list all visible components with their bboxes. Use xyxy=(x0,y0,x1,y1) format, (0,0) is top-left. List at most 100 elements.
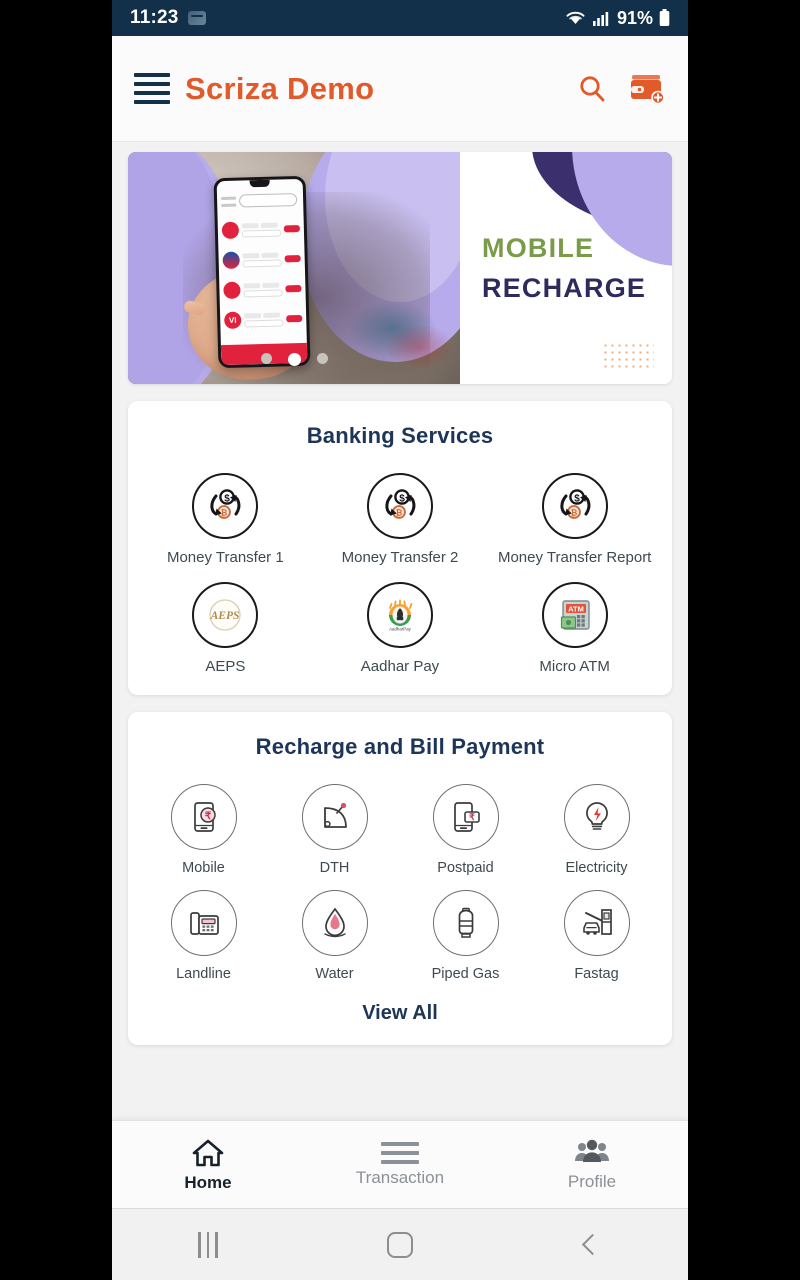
service-money-transfer-report[interactable]: $ ₿ Money Transfer Report xyxy=(487,473,662,566)
svg-text:AadharPay: AadharPay xyxy=(389,627,412,632)
mock-row-body xyxy=(242,252,282,267)
battery-percent: 91% xyxy=(616,7,653,28)
mock-tags xyxy=(244,312,283,318)
mock-tags xyxy=(242,252,281,259)
carousel-dots[interactable] xyxy=(128,353,460,366)
back-chevron-shape xyxy=(581,1233,603,1256)
list-line xyxy=(381,1150,419,1155)
banking-services-grid: $ ₿ Money Transfer 1 $ ₿ Money Transfer … xyxy=(138,473,662,675)
fastag-toll-icon xyxy=(563,890,630,956)
mock-field xyxy=(242,258,282,267)
service-micro-atm[interactable]: ATM Micro ATM xyxy=(487,582,662,675)
mock-operator-logo xyxy=(222,251,240,270)
nav-item-profile[interactable]: Profile xyxy=(496,1138,688,1192)
carousel-dot[interactable] xyxy=(260,353,272,364)
hamburger-menu-icon[interactable] xyxy=(134,73,170,104)
wifi-icon xyxy=(564,9,587,27)
status-bar-indicators: 91% xyxy=(564,8,670,29)
service-label: Postpaid xyxy=(437,860,494,876)
svg-text:$: $ xyxy=(225,493,231,504)
mock-row: VI xyxy=(224,305,303,334)
money-transfer-icon: $ ₿ xyxy=(192,473,259,539)
service-label: Fastag xyxy=(574,966,619,982)
service-aadhar-pay[interactable]: AadharPay Aadhar Pay xyxy=(313,582,488,675)
status-bar-time: 11:23 xyxy=(130,7,179,28)
mock-operator-logo: VI xyxy=(224,311,242,330)
aeps-icon: AEPS xyxy=(192,582,259,648)
view-all-link[interactable]: View All xyxy=(138,1002,662,1025)
home-square-icon[interactable] xyxy=(304,1231,496,1258)
signal-bars-icon xyxy=(592,10,609,27)
service-label: DTH xyxy=(319,860,350,876)
service-landline[interactable]: Landline xyxy=(138,890,269,982)
service-electricity[interactable]: Electricity xyxy=(531,784,662,876)
svg-text:₹: ₹ xyxy=(204,811,211,822)
mock-label xyxy=(221,196,237,201)
service-aeps[interactable]: AEPS AEPS xyxy=(138,582,313,675)
carousel-dot-active[interactable] xyxy=(287,353,301,366)
mock-operator-logo xyxy=(221,221,240,240)
carousel-dot[interactable] xyxy=(316,353,328,364)
svg-text:ATM: ATM xyxy=(568,604,584,613)
mock-button xyxy=(285,284,302,293)
hamburger-bar xyxy=(134,91,170,95)
mock-row-body xyxy=(243,282,283,297)
service-mobile[interactable]: ₹ Mobile xyxy=(138,784,269,876)
svg-text:AEPS: AEPS xyxy=(210,610,240,622)
phone-notch xyxy=(249,179,270,188)
satellite-dish-icon xyxy=(301,784,368,850)
service-label: Landline xyxy=(176,966,231,982)
service-label: Money Transfer 2 xyxy=(341,549,459,566)
wallet-add-icon[interactable] xyxy=(630,73,666,105)
service-water[interactable]: Water xyxy=(269,890,400,982)
mock-button xyxy=(284,254,301,263)
mobile-phone-icon: ₹ xyxy=(170,784,237,850)
recent-apps-bars xyxy=(198,1231,218,1258)
recent-apps-icon[interactable] xyxy=(112,1231,304,1258)
aadhaar-pay-icon: AadharPay xyxy=(366,582,433,648)
list-line xyxy=(381,1141,419,1146)
nav-item-transaction[interactable]: Transaction xyxy=(304,1141,496,1188)
home-square-shape xyxy=(387,1231,413,1258)
banner-photo: VI xyxy=(128,152,460,384)
water-drop-icon xyxy=(301,890,368,956)
list-lines-icon xyxy=(381,1141,419,1164)
mock-field xyxy=(244,318,284,327)
nav-label: Profile xyxy=(567,1171,617,1191)
service-label: Water xyxy=(315,966,354,982)
landline-phone-icon xyxy=(170,890,237,956)
hamburger-bar xyxy=(134,82,170,86)
search-icon[interactable] xyxy=(576,73,608,105)
gas-cylinder-icon xyxy=(432,890,499,956)
service-fastag[interactable]: Fastag xyxy=(531,890,662,982)
svg-text:₿: ₿ xyxy=(221,509,228,518)
phone-screen: 11:23 91% Scriza Demo VI MOBILE RECHARGE… xyxy=(112,0,688,1280)
banner-headline-2: RECHARGE xyxy=(482,272,647,303)
lightbulb-icon xyxy=(563,784,630,850)
back-chevron-icon[interactable] xyxy=(496,1233,688,1256)
service-label: AEPS xyxy=(205,658,246,675)
service-label: Money Transfer 1 xyxy=(166,549,284,566)
app-header: Scriza Demo xyxy=(112,36,688,142)
mock-tags xyxy=(241,222,281,229)
service-label: Mobile xyxy=(182,860,225,876)
mock-row xyxy=(223,275,302,304)
service-dth[interactable]: DTH xyxy=(269,784,400,876)
promo-banner-carousel[interactable]: VI MOBILE RECHARGE xyxy=(128,152,672,384)
banner-headline-1: MOBILE xyxy=(482,232,595,263)
service-piped-gas[interactable]: Piped Gas xyxy=(400,890,531,982)
service-money-transfer-1[interactable]: $ ₿ Money Transfer 1 xyxy=(138,473,313,566)
mock-operator-logo xyxy=(223,281,241,300)
nav-label: Transaction xyxy=(355,1167,445,1187)
service-postpaid[interactable]: ₹ Postpaid xyxy=(400,784,531,876)
service-label: Piped Gas xyxy=(431,966,500,982)
nav-item-home[interactable]: Home xyxy=(112,1137,304,1193)
svg-text:$: $ xyxy=(399,493,405,504)
android-system-nav xyxy=(112,1208,688,1280)
page-title: Scriza Demo xyxy=(185,70,375,106)
micro-atm-icon: ATM xyxy=(541,582,608,648)
service-money-transfer-2[interactable]: $ ₿ Money Transfer 2 xyxy=(313,473,488,566)
service-label: Electricity xyxy=(565,860,628,876)
postpaid-phone-icon: ₹ xyxy=(432,784,499,850)
list-line xyxy=(381,1159,419,1164)
